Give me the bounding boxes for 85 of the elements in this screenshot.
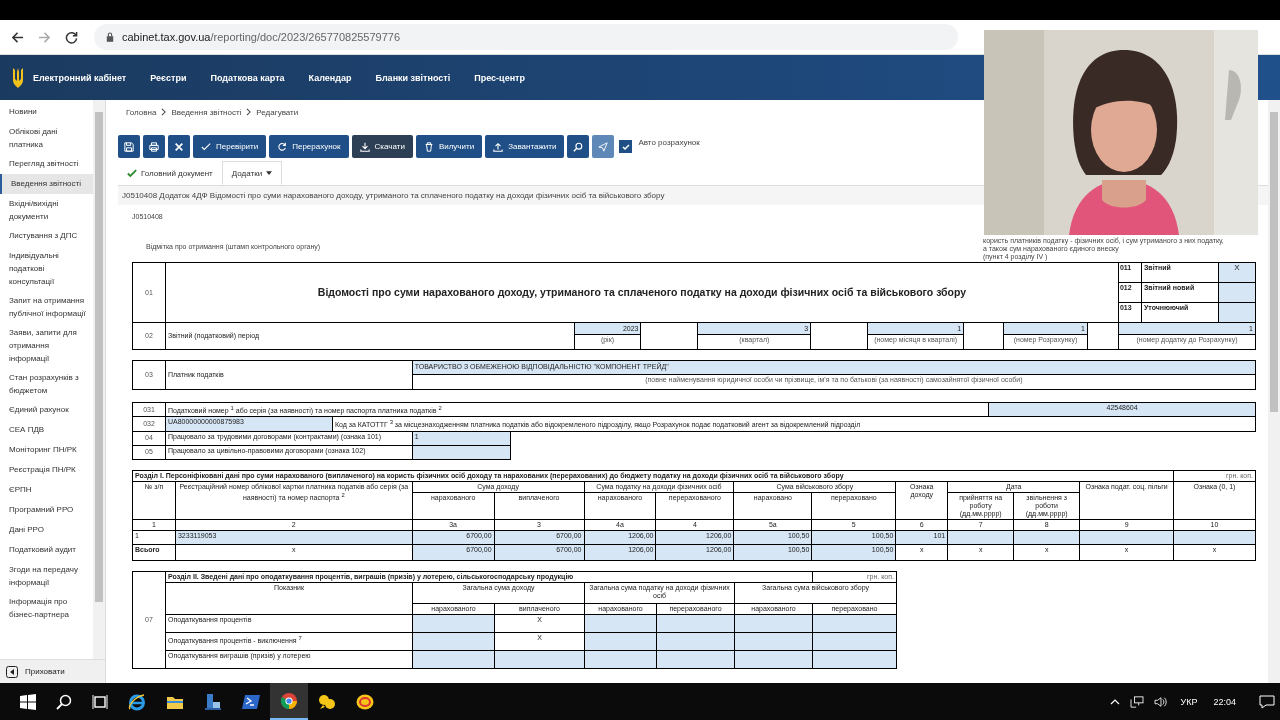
toolbar-button[interactable]: [168, 135, 190, 158]
caret-icon: [266, 171, 273, 175]
toolbar-button[interactable]: Завантажити: [485, 135, 565, 158]
form-title: Відомості про суми нарахованого доходу, утриманого та сплаченого податку на доходи фізичних осіб та військового збору: [165, 262, 1119, 323]
address-bar[interactable]: cabinet.tax.gov.ua/reporting/doc/2023/265770825579776: [94, 24, 958, 50]
app-logo-icon[interactable]: [356, 692, 374, 711]
nav-link[interactable]: Податкова карта: [210, 72, 285, 83]
reload-icon[interactable]: [65, 30, 78, 44]
sidebar-item[interactable]: Заяви, запити для отримання інформації: [0, 323, 93, 368]
checkbox[interactable]: [619, 140, 633, 153]
volume-icon[interactable]: [1153, 695, 1168, 708]
sidebar-item[interactable]: Новини: [0, 102, 93, 122]
sidebar-item[interactable]: Моніторинг ПН/РК: [0, 440, 93, 460]
tab[interactable]: Головний документ: [118, 161, 222, 185]
breadcrumb-link[interactable]: Головна: [126, 107, 157, 117]
nav-link[interactable]: Бланки звітності: [375, 72, 451, 83]
sidebar-item[interactable]: Згоди на передачу інформації: [0, 560, 93, 592]
sidebar-item[interactable]: Перегляд звітності: [0, 154, 93, 174]
toolbar-button[interactable]: Перевірити: [193, 135, 267, 158]
toolbar-button[interactable]: [567, 135, 590, 158]
save-icon: [124, 141, 134, 152]
sidebar-item[interactable]: ЄРПН: [0, 480, 93, 500]
network-icon[interactable]: [1129, 695, 1144, 708]
sidebar-item[interactable]: Листування з ДПС: [0, 226, 93, 246]
sidebar-item[interactable]: Податковий аудит: [0, 540, 93, 560]
chat-bubbles-icon[interactable]: [318, 692, 336, 711]
sidebar-item[interactable]: Вхідні/вихідні документи: [0, 194, 93, 226]
close-icon: [174, 141, 184, 152]
send-icon: [598, 141, 609, 152]
search-icon: [573, 141, 584, 152]
print-icon: [149, 141, 159, 152]
sidebar-item[interactable]: Стан розрахунків з бюджетом: [0, 368, 93, 400]
scrollbar[interactable]: [1268, 100, 1280, 683]
sidebar-item[interactable]: Реєстрація ПН/РК: [0, 460, 93, 480]
windows-start-icon[interactable]: [20, 693, 36, 710]
checkmark-icon: [620, 141, 631, 152]
internet-explorer-icon[interactable]: [128, 692, 146, 711]
toolbar-button[interactable]: Вилучити: [415, 135, 483, 158]
chevron-icon: [246, 108, 252, 116]
terminal-icon[interactable]: [242, 693, 260, 710]
toolbar-button[interactable]: [143, 135, 165, 158]
nav-link[interactable]: Календар: [308, 72, 352, 83]
tab[interactable]: Додатки: [221, 161, 283, 185]
sidebar-item[interactable]: Запит на отримання публічної інформації: [0, 291, 93, 323]
breadcrumb-link[interactable]: Введення звітності: [171, 107, 242, 117]
sidebar-item[interactable]: Індивідуальні податкові консультації: [0, 246, 93, 291]
refresh-icon: [277, 141, 288, 152]
back-icon[interactable]: [11, 30, 24, 44]
upload-icon: [493, 141, 504, 152]
sidebar-item[interactable]: Єдиний рахунок: [0, 400, 93, 420]
sidebar-item[interactable]: Введення звітності: [0, 174, 93, 194]
chevron-icon: [161, 108, 167, 116]
sidebar-item[interactable]: Програмний РРО: [0, 500, 93, 520]
toolbar-button[interactable]: Перерахунок: [269, 135, 349, 158]
download-icon: [359, 141, 370, 152]
sidebar-item[interactable]: Інформація про бізнес-партнера: [0, 592, 93, 624]
toolbar-button[interactable]: [118, 135, 140, 158]
breadcrumb-link[interactable]: Редагувати: [256, 107, 299, 117]
sidebar-item[interactable]: СЕА ПДВ: [0, 420, 93, 440]
chevron-up-icon[interactable]: [1109, 698, 1120, 705]
search-icon[interactable]: [56, 693, 72, 710]
scrollbar[interactable]: [93, 100, 105, 659]
language-indicator[interactable]: УКР: [1180, 696, 1198, 707]
check-icon: [127, 168, 137, 178]
sidebar-item[interactable]: Дані РРО: [0, 520, 93, 540]
chrome-icon[interactable]: [280, 691, 298, 710]
notification-icon[interactable]: [1259, 694, 1275, 709]
task-view-icon[interactable]: [92, 693, 108, 710]
server-manager-icon[interactable]: [204, 692, 222, 711]
type-field[interactable]: [1218, 303, 1255, 322]
toolbar-button[interactable]: Скачати: [351, 135, 413, 158]
type-field[interactable]: X: [1218, 263, 1255, 282]
trash-icon: [423, 141, 434, 152]
collapse-icon: [6, 665, 18, 678]
hide-sidebar-button[interactable]: Приховати: [0, 659, 105, 683]
sidebar-item[interactable]: Облікові дані платника: [0, 122, 93, 154]
checkbox-label: Авто розрахунок: [638, 138, 700, 147]
check-icon: [201, 141, 211, 152]
clock[interactable]: 22:04: [1213, 696, 1236, 707]
nav-link[interactable]: Прес-центр: [474, 72, 525, 83]
trident-logo-icon[interactable]: [11, 65, 25, 90]
type-field[interactable]: [1218, 283, 1255, 302]
brand-title[interactable]: Електронний кабінет: [33, 72, 127, 83]
nav-link[interactable]: Реєстри: [150, 72, 187, 83]
lock-icon: [106, 32, 114, 42]
